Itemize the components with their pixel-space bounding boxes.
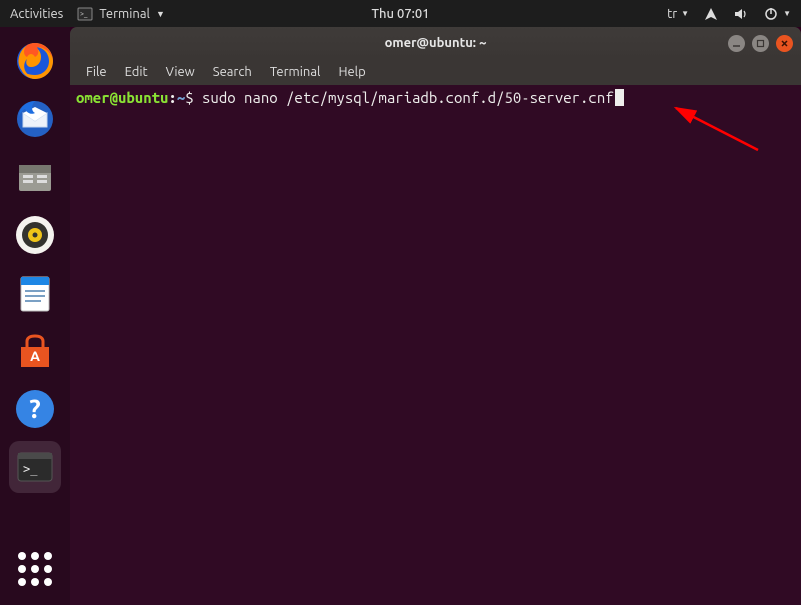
power-icon[interactable] — [763, 6, 779, 22]
terminal-icon: >_ — [13, 445, 57, 489]
svg-text:?: ? — [29, 394, 40, 423]
prompt-dollar: $ — [185, 89, 202, 106]
launcher-apps[interactable] — [9, 543, 61, 595]
apps-grid-icon — [18, 552, 52, 586]
window-titlebar[interactable]: omer@ubuntu: ~ — [70, 27, 801, 59]
menu-edit[interactable]: Edit — [117, 62, 156, 82]
svg-text:A: A — [30, 348, 40, 364]
clock[interactable]: Thu 07:01 — [371, 7, 429, 21]
gnome-topbar: Activities >_ Terminal ▼ Thu 07:01 tr ▼ … — [0, 0, 801, 27]
launcher-thunderbird[interactable] — [9, 93, 61, 145]
chevron-down-icon: ▼ — [681, 9, 689, 18]
terminal-command: sudo nano /etc/mysql/mariadb.conf.d/50-s… — [202, 89, 614, 106]
menu-file[interactable]: File — [78, 62, 115, 82]
launcher-writer[interactable] — [9, 267, 61, 319]
files-icon — [13, 155, 57, 199]
terminal-icon: >_ — [77, 6, 93, 22]
writer-icon — [13, 271, 57, 315]
terminal-cursor — [615, 89, 624, 106]
software-icon: A — [13, 329, 57, 373]
launcher-rhythmbox[interactable] — [9, 209, 61, 261]
prompt-colon: : — [168, 89, 176, 106]
menu-terminal[interactable]: Terminal — [262, 62, 329, 82]
menu-view[interactable]: View — [158, 62, 203, 82]
firefox-icon — [13, 39, 57, 83]
prompt-user: omer@ubuntu — [76, 89, 168, 106]
launcher-terminal[interactable]: >_ — [9, 441, 61, 493]
activities-button[interactable]: Activities — [10, 7, 63, 21]
terminal-body[interactable]: omer@ubuntu:~$ sudo nano /etc/mysql/mari… — [70, 85, 801, 605]
svg-text:>_: >_ — [80, 10, 88, 18]
terminal-window: omer@ubuntu: ~ File Edit View Search Ter… — [70, 27, 801, 605]
menu-help[interactable]: Help — [330, 62, 373, 82]
app-menu[interactable]: >_ Terminal ▼ — [77, 6, 165, 22]
menubar: File Edit View Search Terminal Help — [70, 59, 801, 85]
help-icon: ? — [13, 387, 57, 431]
thunderbird-icon — [13, 97, 57, 141]
menu-search[interactable]: Search — [205, 62, 260, 82]
chevron-down-icon: ▼ — [156, 9, 165, 19]
close-button[interactable] — [776, 35, 793, 52]
minimize-button[interactable] — [728, 35, 745, 52]
maximize-button[interactable] — [752, 35, 769, 52]
annotation-arrow — [666, 102, 766, 154]
prompt-path: ~ — [177, 89, 185, 106]
volume-icon[interactable] — [733, 6, 749, 22]
dock: A ? >_ — [0, 27, 70, 605]
launcher-files[interactable] — [9, 151, 61, 203]
launcher-firefox[interactable] — [9, 35, 61, 87]
input-source-indicator[interactable]: tr — [667, 7, 677, 21]
network-icon[interactable] — [703, 6, 719, 22]
window-title: omer@ubuntu: ~ — [385, 36, 487, 50]
rhythmbox-icon — [13, 213, 57, 257]
svg-text:>_: >_ — [23, 462, 38, 476]
chevron-down-icon: ▼ — [783, 9, 791, 18]
launcher-software[interactable]: A — [9, 325, 61, 377]
launcher-help[interactable]: ? — [9, 383, 61, 435]
